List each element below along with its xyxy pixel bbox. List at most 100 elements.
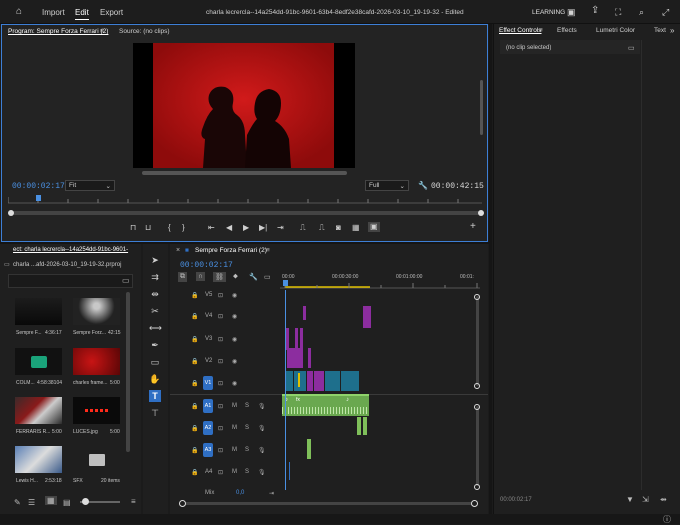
video-scroll-handle-top[interactable] — [474, 294, 480, 300]
zoom-handle-left[interactable] — [8, 210, 14, 216]
mic-icon[interactable]: 🎙 — [258, 447, 266, 454]
track-target-a2[interactable]: A2 — [203, 421, 213, 435]
video-clip[interactable] — [341, 371, 359, 391]
lock-icon[interactable]: 🔒 — [191, 313, 198, 320]
tab-program[interactable]: Program: Sempre Forza Ferrari (2) — [8, 28, 108, 35]
video-clip[interactable] — [307, 371, 313, 391]
lock-icon[interactable]: 🔒 — [191, 447, 198, 454]
eye-icon[interactable]: ◉ — [232, 380, 237, 387]
thumb-lewis[interactable] — [15, 446, 62, 473]
step-forward-marker-icon[interactable]: ⇥ — [277, 224, 284, 232]
video-clip[interactable] — [287, 348, 303, 368]
lock-icon[interactable]: 🔒 — [191, 292, 198, 299]
razor-icon[interactable]: ✂ — [149, 305, 161, 317]
fullscreen-icon[interactable]: ⛶ — [615, 7, 621, 17]
zoom-select[interactable]: Fit ⌄ — [65, 180, 115, 191]
linked-selection-icon[interactable]: ⛓ — [213, 272, 226, 282]
mute-button[interactable]: M — [232, 425, 237, 431]
sync-lock-icon[interactable]: ⊡ — [218, 425, 223, 432]
sync-lock-icon[interactable]: ⊡ — [218, 469, 223, 476]
folder-icon[interactable] — [89, 454, 105, 466]
write-protect-icon[interactable]: ✎ — [14, 498, 21, 507]
video-clip[interactable] — [285, 371, 293, 391]
audio-clip[interactable] — [289, 462, 290, 480]
menu-edit[interactable]: Edit — [75, 8, 89, 20]
menu-import[interactable]: Import — [42, 8, 65, 17]
close-icon[interactable]: × — [176, 247, 180, 254]
sync-lock-icon[interactable]: ⊡ — [218, 292, 223, 299]
panel-splitter[interactable] — [489, 24, 492, 514]
compare-icon[interactable]: ▦ — [352, 224, 360, 232]
step-forward-icon[interactable]: ▶| — [259, 224, 267, 232]
lock-icon[interactable]: 🔒 — [191, 358, 198, 365]
project-scrollbar[interactable] — [126, 292, 130, 452]
home-icon[interactable]: ⌂ — [16, 7, 22, 17]
timeline-zoom-handle-right[interactable] — [471, 500, 478, 507]
program-ruler[interactable] — [8, 193, 482, 205]
timeline-zoom-bar[interactable] — [182, 502, 474, 505]
eye-icon[interactable]: ◉ — [232, 358, 237, 365]
export-icon[interactable]: ⇲ — [642, 495, 649, 504]
type-tool-icon[interactable]: T — [149, 390, 161, 402]
track-target-a3[interactable]: A3 — [203, 443, 213, 457]
zoom-slider-handle[interactable] — [82, 498, 89, 505]
video-clip[interactable] — [363, 306, 371, 328]
audio-scrollbar[interactable] — [476, 406, 479, 486]
mix-value[interactable]: 0,0 — [236, 490, 244, 496]
program-timecode[interactable]: 00:00:02:17 — [12, 182, 65, 191]
timeline-wrench-icon[interactable]: 🔧 — [249, 273, 258, 281]
thumb-charles[interactable] — [73, 348, 120, 375]
video-clip[interactable] — [300, 328, 303, 350]
track-target-a1[interactable]: A1 — [203, 399, 213, 413]
mute-button[interactable]: M — [232, 447, 237, 453]
lock-icon[interactable]: 🔒 — [191, 336, 198, 343]
more-tabs-icon[interactable]: » — [670, 26, 674, 35]
tab-text[interactable]: Text — [654, 27, 666, 34]
audio-clip[interactable] — [357, 417, 361, 435]
video-scrollbar[interactable] — [476, 296, 479, 386]
solo-button[interactable]: S — [245, 447, 249, 453]
sequence-menu-icon[interactable]: ≡ — [266, 247, 270, 254]
mute-button[interactable]: M — [232, 403, 237, 409]
video-clip[interactable] — [294, 371, 306, 391]
video-scroll-handle-bottom[interactable] — [474, 383, 480, 389]
sync-lock-icon[interactable]: ⊡ — [218, 336, 223, 343]
audio-clip[interactable] — [363, 417, 367, 435]
tab-effect-controls[interactable]: Effect Controls — [499, 27, 542, 34]
sync-lock-icon[interactable]: ⊡ — [218, 447, 223, 454]
video-clip[interactable] — [325, 371, 340, 391]
eye-icon[interactable]: ◉ — [232, 313, 237, 320]
timeline-playhead-head[interactable] — [283, 280, 288, 286]
mic-icon[interactable]: 🎙 — [258, 403, 266, 410]
sync-lock-icon[interactable]: ⊡ — [218, 313, 223, 320]
share-icon[interactable]: ⇪ — [591, 6, 599, 16]
thumb-sempre-2[interactable] — [73, 298, 120, 325]
sync-lock-icon[interactable]: ⊡ — [218, 403, 223, 410]
eye-icon[interactable]: ◉ — [232, 292, 237, 299]
project-search-input[interactable] — [8, 274, 133, 288]
add-button-icon[interactable]: + — [470, 222, 476, 232]
track-select-icon[interactable]: ⇉ — [149, 271, 161, 283]
mic-icon[interactable]: 🎙 — [258, 469, 266, 476]
audio-clip[interactable]: ♪ fx ♪ — [282, 394, 369, 416]
sequence-tab[interactable]: Sempre Forza Ferrari (2) — [195, 247, 267, 254]
thumb-luces[interactable] — [73, 397, 120, 424]
ripple-edit-icon[interactable]: ⇹ — [149, 288, 161, 300]
vertical-scrollbar[interactable] — [480, 80, 483, 135]
selection-tool-icon[interactable]: ➤ — [149, 254, 161, 266]
list-view-icon[interactable]: ☰ — [28, 498, 35, 507]
timeline-zoom-handle-left[interactable] — [179, 500, 186, 507]
lock-icon[interactable]: 🔒 — [191, 469, 198, 476]
freeform-view-icon[interactable]: ▤ — [63, 498, 71, 507]
icon-view-icon[interactable]: ▦ — [45, 496, 57, 505]
toggle-timeline-icon[interactable]: ▭ — [628, 44, 635, 52]
filter-icon[interactable]: ▼ — [626, 495, 634, 504]
panel-icon[interactable]: ▣ — [567, 7, 576, 17]
go-to-end-icon[interactable]: ⇥ — [269, 490, 274, 497]
go-to-in-icon[interactable]: { — [168, 224, 171, 232]
lock-icon[interactable]: 🔒 — [191, 403, 198, 410]
go-to-out-icon[interactable]: } — [182, 224, 185, 232]
multicam-icon[interactable]: ▣ — [368, 222, 380, 232]
mic-icon[interactable]: 🎙 — [258, 425, 266, 432]
search-icon[interactable]: ⌕ — [639, 7, 644, 17]
